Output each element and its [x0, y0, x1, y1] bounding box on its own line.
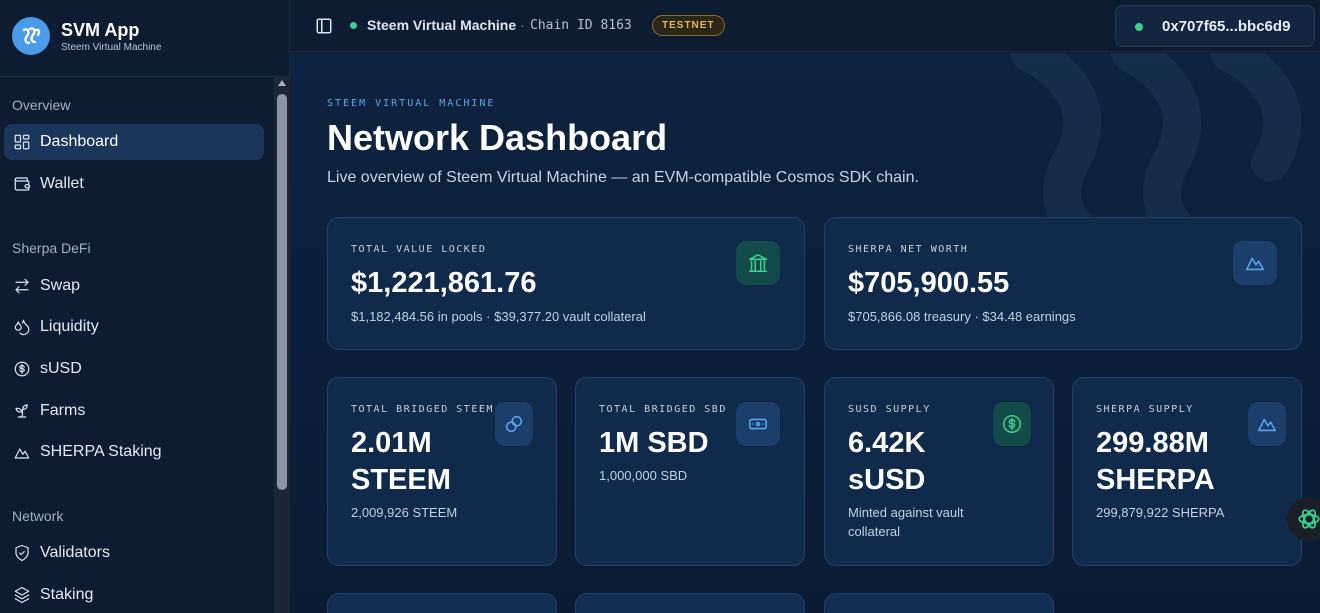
steem-logo-icon — [12, 17, 50, 55]
wallet-address-button[interactable]: 0x707f65...bbc6d9 — [1115, 5, 1315, 47]
stat-card-partial — [327, 593, 557, 613]
brand-title: SVM App — [61, 19, 140, 40]
scroll-thumb[interactable] — [277, 94, 287, 490]
stat-card-partial — [824, 593, 1054, 613]
wallet-status-dot — [1135, 23, 1143, 31]
topbar: Steem Virtual Machine · Chain ID 8163 TE… — [290, 0, 1320, 52]
stat-card-sherpa-net-worth: SHERPA NET WORTH $705,900.55 $705,866.08… — [824, 217, 1302, 350]
card-sub: $705,866.08 treasury · $34.48 earnings — [848, 309, 1076, 324]
sprout-icon — [12, 401, 32, 421]
sidebar-item-label: sUSD — [40, 360, 82, 377]
openai-icon — [1298, 509, 1320, 529]
wallet-icon — [12, 174, 32, 194]
card-label: SHERPA SUPPLY — [1096, 404, 1194, 415]
wallet-address: 0x707f65...bbc6d9 — [1162, 18, 1291, 35]
sidebar-item-label: SHERPA Staking — [40, 443, 162, 460]
network-status-dot — [350, 22, 357, 29]
page-eyebrow: STEEM VIRTUAL MACHINE — [327, 98, 496, 109]
sidebar-toggle-icon[interactable] — [315, 17, 333, 35]
main-content: STEEM VIRTUAL MACHINE Network Dashboard … — [290, 53, 1320, 613]
page-description: Live overview of Steem Virtual Machine —… — [327, 169, 919, 186]
separator: · — [520, 17, 525, 33]
card-sub: $1,182,484.56 in pools · $39,377.20 vaul… — [351, 309, 646, 324]
card-sub: 1,000,000 SBD — [599, 468, 688, 483]
layers-icon — [12, 585, 32, 605]
dashboard-icon — [12, 132, 32, 152]
sidebar-item-label: Swap — [40, 277, 81, 294]
sidebar-item-label: Validators — [40, 544, 110, 561]
card-label: TOTAL BRIDGED STEEM — [351, 404, 494, 415]
card-label: TOTAL VALUE LOCKED — [351, 244, 487, 255]
brand-subtitle: Steem Virtual Machine — [61, 41, 162, 53]
card-value: $705,900.55 — [848, 267, 1010, 299]
sidebar-item-farms[interactable]: Farms — [4, 393, 264, 429]
mountain-icon — [1248, 402, 1286, 446]
section-network: Network — [12, 508, 64, 524]
scroll-up-arrow-icon[interactable] — [278, 80, 286, 86]
landmark-icon — [736, 241, 780, 285]
sidebar-item-staking[interactable]: Staking — [4, 577, 264, 613]
card-sub: 299,879,922 SHERPA — [1096, 505, 1225, 520]
card-sub-line1: Minted against vault — [848, 505, 964, 520]
mountain-icon — [1233, 241, 1277, 285]
stat-card-tvl: TOTAL VALUE LOCKED $1,221,861.76 $1,182,… — [327, 217, 805, 350]
stat-card-bridged-steem: TOTAL BRIDGED STEEM 2.01M STEEM 2,009,92… — [327, 377, 557, 566]
card-sub: 2,009,926 STEEM — [351, 505, 458, 520]
card-value-line1: 299.88M — [1096, 427, 1209, 459]
mountain-icon — [12, 442, 32, 462]
brand[interactable]: SVM App Steem Virtual Machine — [12, 14, 161, 58]
sidebar-item-label: Liquidity — [40, 318, 99, 335]
card-value-line2: STEEM — [351, 464, 451, 496]
stat-card-bridged-sbd: TOTAL BRIDGED SBD 1M SBD 1,000,000 SBD — [575, 377, 805, 566]
swap-icon — [12, 276, 32, 296]
stat-card-partial — [575, 593, 805, 613]
banknote-icon — [736, 402, 780, 446]
sidebar-item-label: Staking — [40, 586, 94, 603]
sidebar-divider — [0, 76, 290, 77]
card-value: $1,221,861.76 — [351, 267, 537, 299]
network-badge: TESTNET — [652, 15, 725, 36]
page-title: Network Dashboard — [327, 117, 668, 158]
sidebar: SVM App Steem Virtual Machine Overview D… — [0, 0, 290, 613]
card-value-line1: 6.42K — [848, 427, 926, 459]
section-overview: Overview — [12, 97, 71, 113]
card-value-line2: sUSD — [848, 464, 926, 496]
section-sherpa-defi: Sherpa DeFi — [12, 240, 91, 256]
card-label: SUSD SUPPLY — [848, 404, 931, 415]
sidebar-scrollbar[interactable] — [274, 76, 290, 613]
card-value: 1M SBD — [599, 427, 709, 459]
sidebar-item-validators[interactable]: Validators — [4, 535, 264, 571]
card-label: SHERPA NET WORTH — [848, 244, 969, 255]
link-icon — [495, 402, 533, 446]
sidebar-item-susd[interactable]: sUSD — [4, 351, 264, 387]
card-sub-line2: collateral — [848, 524, 901, 539]
stat-card-sherpa-supply: SHERPA SUPPLY 299.88M SHERPA 299,879,922… — [1072, 377, 1302, 566]
stat-card-susd-supply: SUSD SUPPLY 6.42K sUSD Minted against va… — [824, 377, 1054, 566]
dollar-circle-icon — [993, 402, 1031, 446]
card-value-line2: SHERPA — [1096, 464, 1215, 496]
sidebar-item-dashboard[interactable]: Dashboard — [4, 124, 264, 160]
chain-name: Steem Virtual Machine — [367, 17, 517, 33]
chain-id: Chain ID 8163 — [530, 18, 632, 33]
sidebar-item-label: Wallet — [40, 175, 84, 192]
droplets-icon — [12, 317, 32, 337]
sidebar-item-liquidity[interactable]: Liquidity — [4, 309, 264, 345]
sidebar-item-wallet[interactable]: Wallet — [4, 166, 264, 202]
card-value-line1: 2.01M — [351, 427, 432, 459]
sidebar-item-label: Dashboard — [40, 133, 119, 150]
sidebar-item-label: Farms — [40, 402, 86, 419]
sidebar-item-swap[interactable]: Swap — [4, 268, 264, 304]
dollar-circle-icon — [12, 359, 32, 379]
sidebar-item-sherpa-staking[interactable]: SHERPA Staking — [4, 434, 264, 470]
shield-icon — [12, 543, 32, 563]
card-label: TOTAL BRIDGED SBD — [599, 404, 727, 415]
